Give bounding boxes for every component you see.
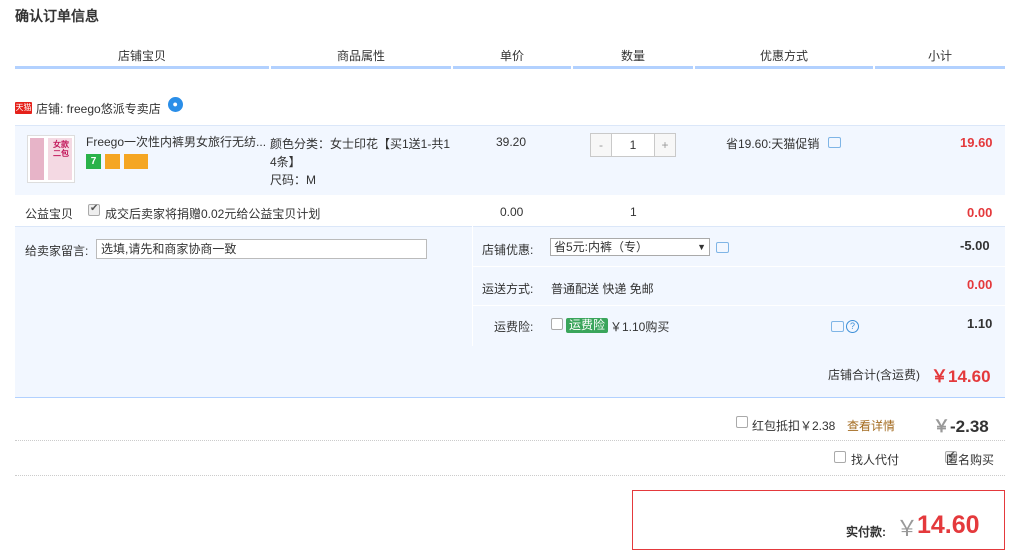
shipping-amount: 0.00 [967,277,993,292]
promo-text: 省19.60:天猫促销 [726,137,820,151]
comment-icon[interactable] [831,321,844,332]
comment-icon[interactable] [828,137,841,148]
col-header-qty: 数量 [620,49,645,63]
shop-total-label: 店铺合计(含运费) [828,368,920,382]
message-label: 给卖家留言: [25,244,89,258]
welfare-subtotal: 0.00 [967,205,993,220]
header-separator [693,66,695,69]
attr-color: 颜色分类：女士印花【买1送1-共1 [270,137,451,151]
header-separator [451,66,453,69]
red-packet-amount: ￥-2.38 [933,412,989,437]
panel-row-divider [472,305,1005,306]
col-header-price: 单价 [499,49,524,63]
payment-label: 实付款: [846,525,886,539]
insurance-price: ￥1.10购买 [610,320,670,334]
qty-plus-button[interactable]: + [655,134,675,156]
credit-card-icon[interactable] [124,154,148,169]
anonymous-label: 匿名购买 [946,453,995,467]
unit-price: 39.20 [496,135,527,149]
col-header-promo: 优惠方式 [759,49,808,63]
red-packet-label: 红包抵扣￥2.38 [752,419,836,433]
page-title: 确认订单信息 [15,8,99,24]
seven-day-return-icon[interactable]: 7 [86,154,101,169]
shop-total-amount: ￥14.60 [931,367,991,386]
col-header-subtotal: 小计 [927,49,952,63]
ww-chat-icon[interactable]: ● [167,96,183,112]
red-packet-checkbox[interactable] [736,416,748,428]
divider [15,475,1005,476]
attr-color-cont: 4条】 [270,155,301,169]
header-separator [873,66,875,69]
welfare-label: 公益宝贝 [25,207,74,221]
payment-currency: ￥ [896,516,919,541]
col-header-attr: 商品属性 [336,49,385,63]
product-name-link[interactable]: Freego一次性内裤男女旅行无纺... [86,135,266,149]
welfare-text: 成交后卖家将捐赠0.02元给公益宝贝计划 [105,207,321,221]
red-packet-value: -2.38 [950,417,989,436]
item-subtotal: 19.60 [960,135,993,150]
comment-icon[interactable] [716,242,729,253]
panel-row-divider [472,266,1005,267]
proxy-pay-checkbox[interactable] [834,451,846,463]
red-packet-details-link[interactable]: 查看详情 [847,417,895,434]
panel-divider [472,226,473,346]
insurance-amount: 1.10 [967,316,993,331]
guarantee-icon[interactable] [105,154,120,169]
message-input[interactable]: 选填,请先和商家协商一致 [96,239,427,259]
payment-amount: 14.60 [917,511,980,539]
thumbnail-pack-image [30,138,44,180]
insurance-tag: 运费险 [566,318,609,333]
header-underline [15,66,1005,69]
shipping-value: 普通配送 快递 免邮 [551,282,654,296]
qty-input[interactable]: 1 [611,134,655,156]
thumbnail-text: 女款二包 [53,140,69,158]
header-separator [571,66,573,69]
welfare-price: 0.00 [500,205,524,219]
qty-minus-button[interactable]: - [591,134,611,156]
divider [15,440,1005,441]
red-packet-currency: ￥ [933,417,950,436]
shop-discount-value: 省5元:内裤（专） [554,240,649,254]
proxy-pay-label: 找人代付 [851,453,900,467]
shipping-label: 运送方式: [482,282,534,296]
shop-discount-label: 店铺优惠: [482,243,534,257]
shop-discount-amount: -5.00 [960,238,990,253]
header-separator [269,66,271,69]
promo-info: 省19.60:天猫促销 [726,135,819,152]
attr-size: 尺码：M [270,173,316,187]
help-icon[interactable]: ? [846,320,859,333]
tmall-icon: 天猫 [15,102,32,114]
product-attributes: 颜色分类：女士印花【买1送1-共1 4条】 尺码：M [270,135,460,189]
shop-discount-select[interactable]: 省5元:内裤（专） ▼ [550,238,710,256]
chevron-down-icon: ▼ [697,242,706,252]
shop-row: 天猫 店铺: freego悠派专卖店 ● [15,96,183,119]
insurance-checkbox[interactable] [551,318,563,330]
shop-name[interactable]: 店铺: freego悠派专卖店 [36,100,161,117]
insurance-label: 运费险: [494,320,534,334]
welfare-qty: 1 [630,205,637,219]
quantity-stepper: - 1 + [590,133,676,157]
welfare-checkbox[interactable] [88,203,100,216]
col-header-item: 店铺宝贝 [117,49,166,63]
